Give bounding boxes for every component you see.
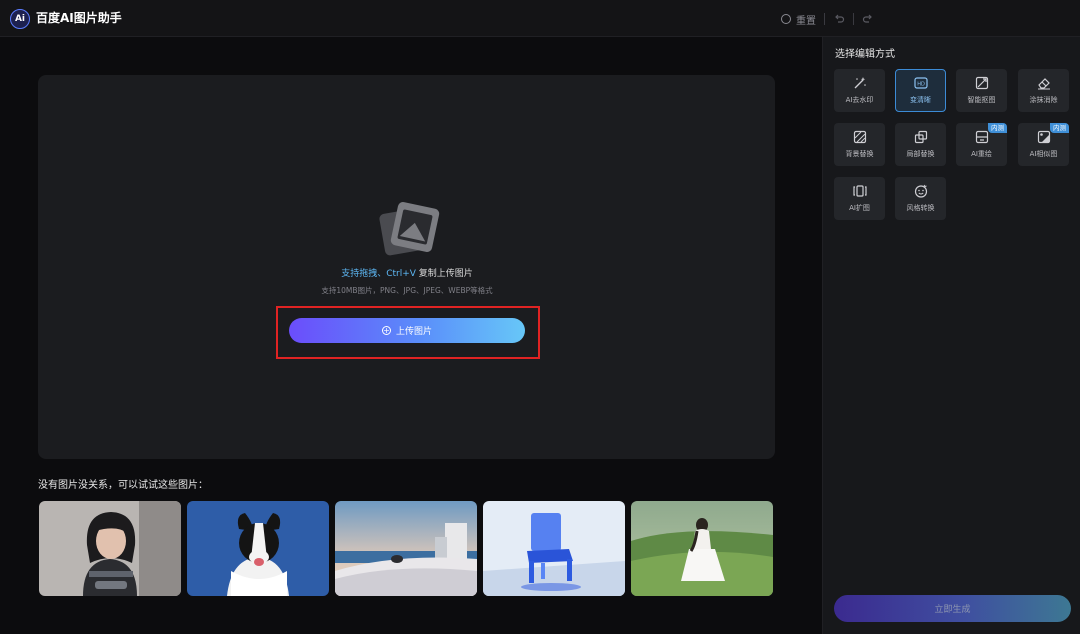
upload-hint: 支持拖拽、Ctrl+V 复制上传图片: [0, 268, 814, 280]
upload-format-hint: 支持10MB图片，PNG、JPG、JPEG、WEBP等格式: [321, 286, 493, 295]
partial-replace-icon: [914, 130, 928, 144]
panel-title: 选择编辑方式: [835, 49, 895, 60]
tool-smart-cutout[interactable]: 智能抠图: [956, 69, 1007, 112]
seaside-building-sample[interactable]: [335, 501, 477, 596]
background-icon: [853, 130, 867, 144]
app-title: 百度AI图片助手: [36, 11, 122, 25]
portrait-sample[interactable]: [39, 501, 181, 596]
reset-label: 重置: [796, 15, 816, 27]
top-bar: Ai 百度AI图片助手 重置: [0, 0, 1080, 37]
hd-icon: HD: [914, 77, 928, 89]
tool-background-replace[interactable]: 背景替换: [834, 123, 885, 166]
divider: [824, 13, 825, 25]
expand-icon: [853, 185, 867, 197]
samples-title: 没有图片没关系，可以试试这些图片：: [38, 480, 208, 491]
tool-smear-erase[interactable]: 涂抹消除: [1018, 69, 1069, 112]
tool-ai-watermark-removal[interactable]: AI去水印: [834, 69, 885, 112]
generate-now-button[interactable]: 立即生成: [834, 595, 1071, 622]
tool-label: 背景替换: [845, 150, 874, 158]
tool-ai-expand[interactable]: AI扩图: [834, 177, 885, 220]
divider: [853, 13, 854, 25]
glass-chair-sample[interactable]: [483, 501, 625, 596]
tool-enhance-clarity[interactable]: HD 变清晰: [895, 69, 946, 112]
upload-hint-rest: 复制上传图片: [415, 269, 473, 279]
tool-label: AI重绘: [971, 150, 992, 158]
redraw-icon: [975, 130, 989, 144]
cutout-icon: [975, 76, 989, 90]
upload-button-label: 上传图片: [395, 327, 432, 337]
upload-drop-zone[interactable]: [38, 75, 775, 459]
eraser-icon: [1038, 78, 1050, 90]
tool-ai-similar-image[interactable]: AI相似图 内测: [1018, 123, 1069, 166]
tool-partial-replace[interactable]: 局部替换: [895, 123, 946, 166]
dog-sample[interactable]: [187, 501, 329, 596]
app-logo: Ai: [10, 9, 30, 29]
edit-panel: 选择编辑方式 AI去水印 HD 变清晰 智能抠图 涂抹消除 背景替换 局部替换 …: [822, 37, 1080, 634]
beta-badge: 内测: [988, 123, 1007, 133]
tool-style-transfer[interactable]: 风格转换: [895, 177, 946, 220]
undo-icon[interactable]: [833, 13, 845, 25]
tool-label: AI去水印: [845, 96, 874, 104]
tool-ai-redraw[interactable]: AI重绘 内测: [956, 123, 1007, 166]
tool-label: AI相似图: [1029, 150, 1058, 158]
redo-icon[interactable]: [862, 13, 874, 25]
tool-label: 风格转换: [906, 204, 935, 212]
beta-badge: 内测: [1050, 123, 1069, 133]
upload-hint-highlight: 支持拖拽、Ctrl+V: [341, 269, 416, 279]
magic-wand-icon: [854, 77, 866, 89]
tool-label: AI扩图: [849, 204, 870, 212]
plus-circle-icon: +: [381, 326, 391, 335]
picture-icon: [379, 202, 440, 256]
svg-text:HD: HD: [917, 82, 925, 88]
history-actions: 重置: [781, 11, 874, 27]
reset-icon: [781, 14, 791, 24]
tool-label: 智能抠图: [967, 96, 996, 104]
meadow-girl-sample[interactable]: [631, 501, 773, 596]
tool-label: 变清晰: [910, 96, 931, 104]
style-transfer-icon: [914, 184, 928, 198]
similar-image-icon: [1037, 130, 1051, 144]
upload-image-button[interactable]: + 上传图片: [289, 318, 525, 343]
tool-label: 局部替换: [906, 150, 935, 158]
reset-button[interactable]: 重置: [781, 12, 816, 27]
tool-label: 涂抹消除: [1029, 96, 1058, 104]
